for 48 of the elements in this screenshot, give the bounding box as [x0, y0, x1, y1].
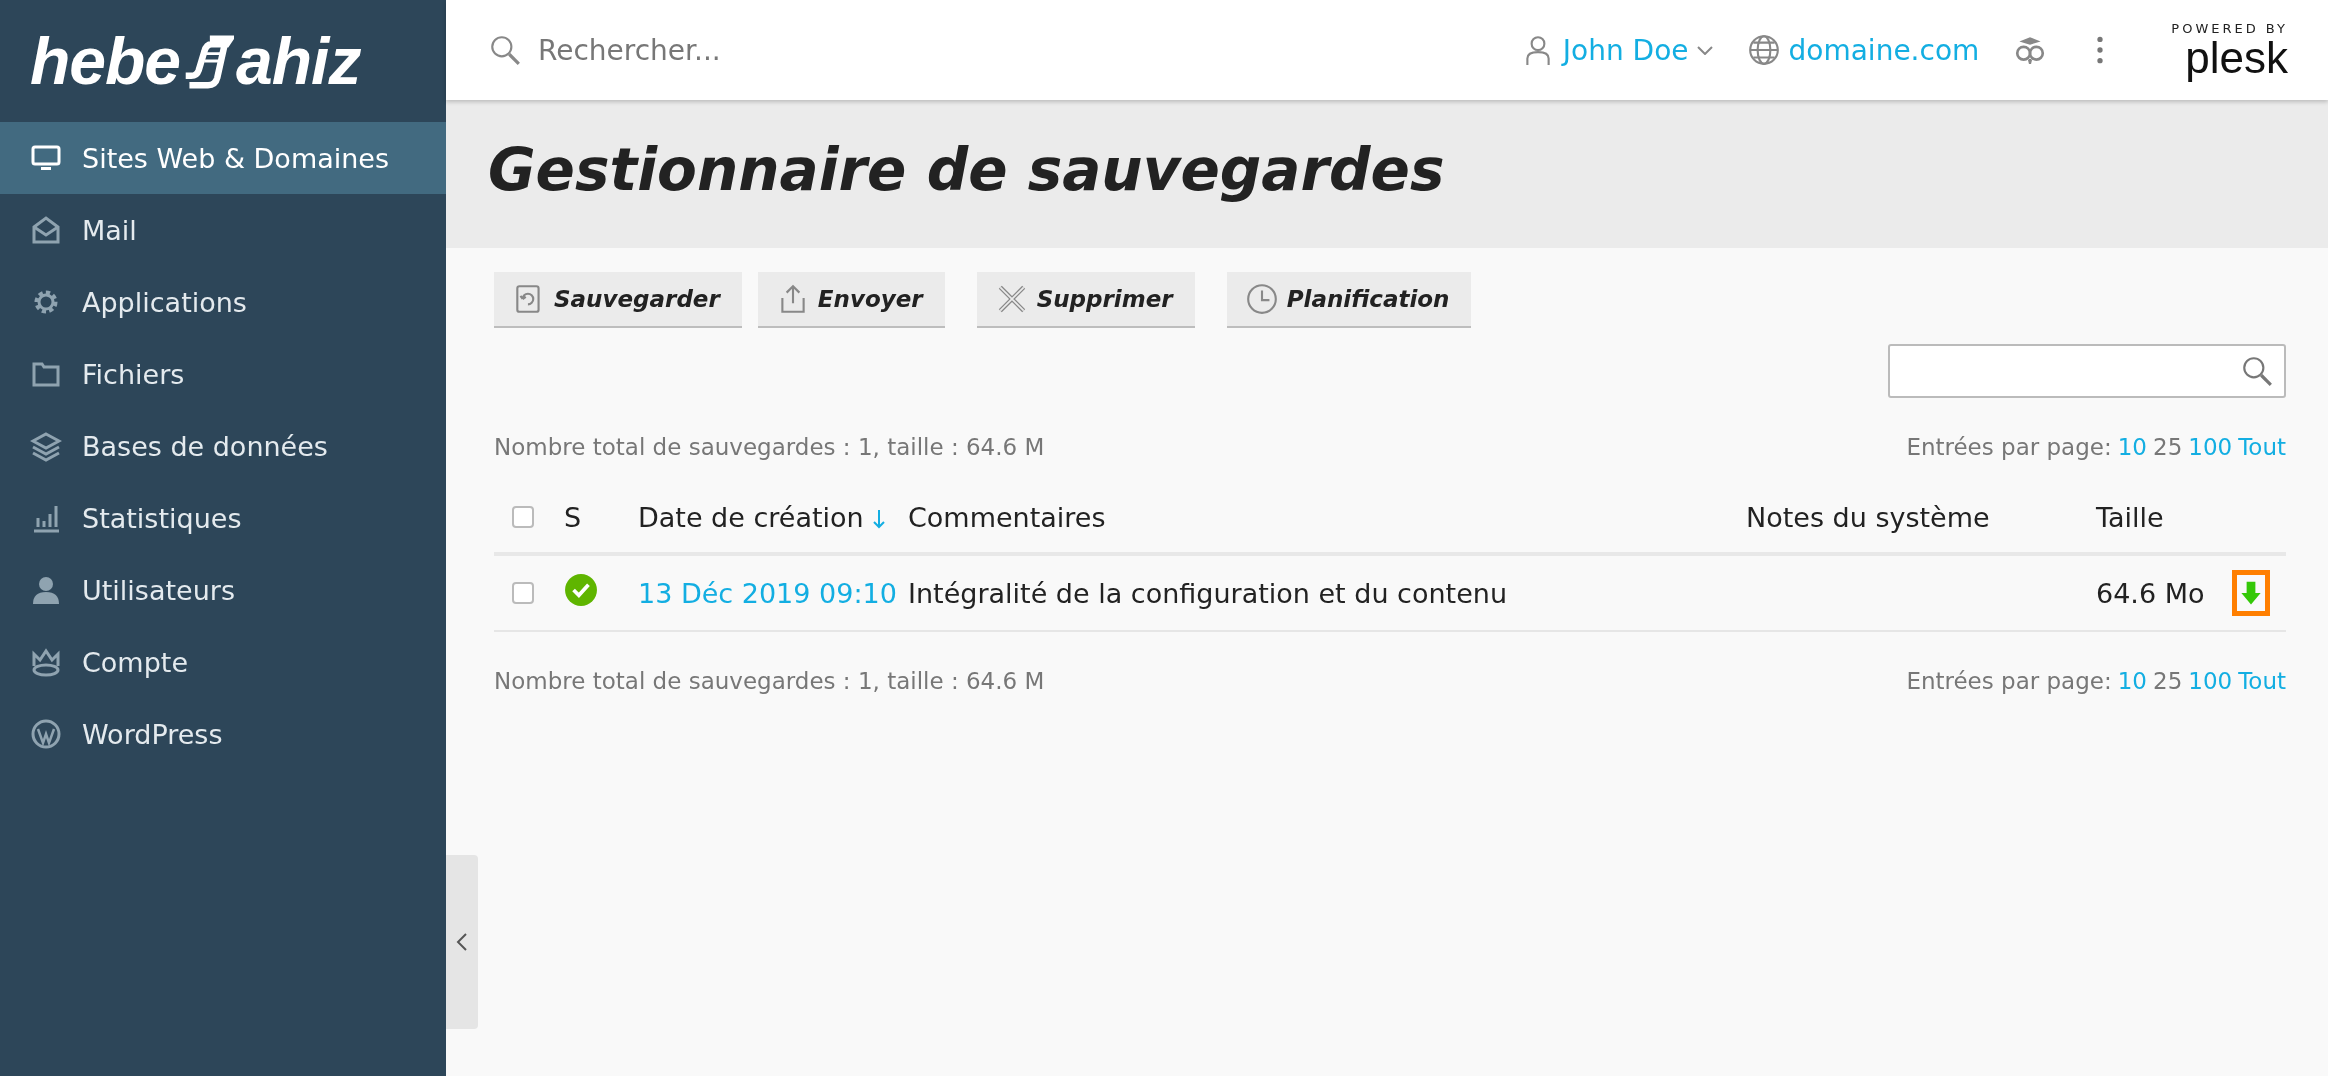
column-header[interactable]: Date de création	[638, 501, 864, 533]
brand-logo: plesk	[2185, 35, 2288, 80]
sidebar-item[interactable]: Statistiques	[0, 482, 446, 554]
list-search-field[interactable]	[1888, 344, 2286, 398]
wordpress-icon	[30, 718, 62, 750]
search-icon	[488, 33, 522, 67]
globe-icon	[1746, 33, 1781, 67]
sidebar-item[interactable]: Sites Web & Domaines	[0, 122, 446, 194]
sidebar-collapse-handle[interactable]	[446, 855, 478, 1029]
toolbar-button[interactable]: Supprimer	[976, 272, 1195, 328]
page-title: Gestionnaire de sauvegardes	[488, 136, 1446, 204]
sidebar-item[interactable]: WordPress	[0, 698, 446, 770]
entries-per-page-label: Entrées par page:	[1906, 434, 2112, 460]
sidebar-item[interactable]: Applications	[0, 266, 446, 338]
sidebar-item[interactable]: Utilisateurs	[0, 554, 446, 626]
layers-icon	[30, 430, 62, 462]
column-header: S	[564, 501, 582, 533]
column-header: Notes du système	[1746, 501, 1990, 533]
download-button[interactable]	[2232, 570, 2270, 616]
size-text: 64.6 Mo	[2096, 577, 2205, 609]
page-size-link[interactable]: 25	[2153, 434, 2183, 460]
clock-icon	[1244, 282, 1279, 316]
logo-text: hebe	[30, 23, 181, 99]
row-checkbox[interactable]	[512, 582, 534, 604]
sort-arrow-icon[interactable]	[871, 509, 886, 529]
envelope-icon	[30, 214, 62, 246]
column-header: Commentaires	[908, 501, 1106, 533]
entries-per-page-label: Entrées par page:	[1906, 668, 2112, 694]
page-size-link[interactable]: 25	[2153, 668, 2183, 694]
summary-text: Nombre total de sauvegardes : 1, taille : 64.6 M	[494, 668, 1045, 694]
sidebar-item[interactable]: Compte	[0, 626, 446, 698]
comment-text: Intégralité de la configuration et du contenu	[908, 577, 1507, 609]
user-icon	[30, 574, 62, 606]
column-header: Taille	[2096, 501, 2164, 533]
powered-by-text: POWERED BY	[2171, 20, 2288, 36]
summary-text: Nombre total de sauvegardes : 1, taille : 64.6 M	[494, 434, 1045, 460]
logo-text: ahiz	[236, 23, 361, 99]
toolbar-button[interactable]: Planification	[1226, 272, 1472, 328]
toolbar-button[interactable]: Envoyer	[757, 272, 945, 328]
chevron-down-icon	[1696, 45, 1713, 55]
toolbar-button[interactable]: Sauvegarder	[494, 272, 742, 328]
select-all-checkbox[interactable]	[512, 506, 534, 528]
sidebar-item[interactable]: Fichiers	[0, 338, 446, 410]
search-icon	[2240, 354, 2274, 388]
search-field[interactable]: Rechercher...	[536, 32, 940, 68]
crown-icon	[30, 646, 62, 678]
sidebar-item[interactable]: Bases de données	[0, 410, 446, 482]
sidebar-item[interactable]: Mail	[0, 194, 446, 266]
